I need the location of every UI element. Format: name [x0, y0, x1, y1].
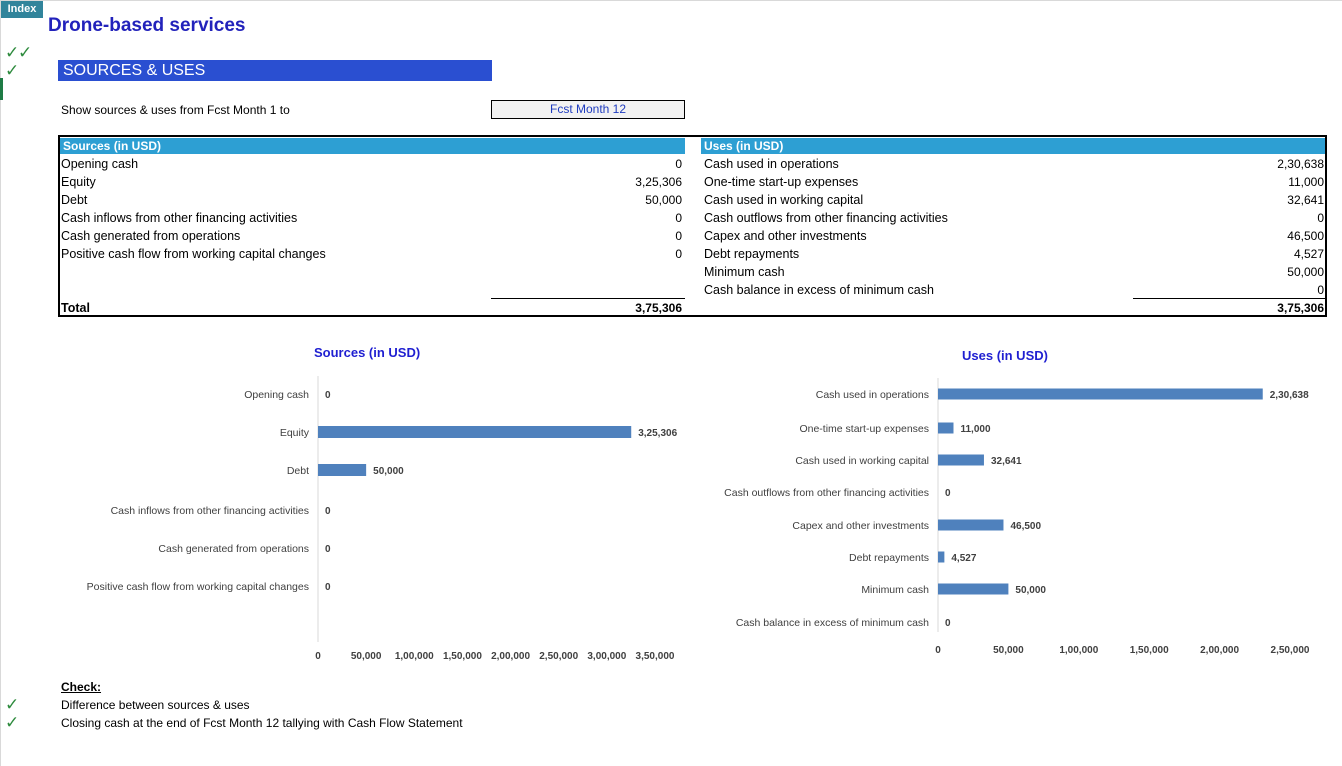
chart-bar: [318, 426, 632, 438]
chart-category-label: Cash outflows from other financing activ…: [724, 487, 929, 499]
chart-category-label: Positive cash flow from working capital …: [87, 581, 309, 593]
chart-data-label: 46,500: [1010, 521, 1041, 532]
chart-tick-label: 1,00,000: [1059, 645, 1098, 656]
chart-data-label: 50,000: [1015, 585, 1046, 596]
chart-tick-label: 0: [935, 645, 941, 656]
chart-tick-label: 50,000: [993, 645, 1024, 656]
chart-tick-label: 0: [315, 651, 321, 662]
chart-tick-label: 50,000: [351, 651, 382, 662]
chart-category-label: Cash used in working capital: [795, 455, 929, 467]
charts-canvas: Opening cash 0Equity 3,25,306Debt 50,000Cas…: [87, 376, 1310, 662]
chart-data-label: 3,25,306: [638, 428, 677, 439]
uses-bar-chart: Cash used in operations 2,30,638 One-time …: [724, 378, 1310, 656]
check-item: Difference between sources & uses: [61, 698, 250, 712]
chart-bar: [938, 388, 1263, 400]
chart-tick-label: 2,00,000: [1200, 645, 1239, 656]
chart-tick-label: 1,50,000: [443, 651, 482, 662]
chart-data-label: 4,527: [951, 553, 976, 564]
chart-category-label: One-time start-up expenses: [799, 423, 929, 435]
chart-tick-label: 2,50,000: [1271, 645, 1310, 656]
chart-bar: [938, 454, 984, 466]
check-icon: ✓: [5, 695, 20, 714]
chart-category-label: Minimum cash: [861, 584, 929, 596]
chart-bar: [938, 551, 945, 563]
chart-category-label: Debt repayments: [849, 552, 929, 564]
sources-bar-chart: Opening cash 0 Equity 3,25,306 Debt 50,000 Cas…: [87, 376, 678, 662]
chart-data-label: 50,000: [373, 466, 404, 477]
check-icon: ✓: [5, 713, 20, 732]
chart-data-label: 2,30,638: [1270, 390, 1309, 401]
chart-data-label: 32,641: [991, 456, 1022, 467]
chart-data-label: 11,000: [960, 424, 990, 435]
chart-category-label: Cash inflows from other financing activi…: [111, 505, 309, 517]
chart-data-label: 0: [325, 544, 331, 555]
chart-tick-label: 3,50,000: [636, 651, 675, 662]
chart-tick-label: 1,50,000: [1130, 645, 1169, 656]
chart-data-label: 0: [325, 506, 331, 517]
chart-data-label: 0: [945, 618, 951, 629]
chart-bar: [938, 422, 954, 434]
chart-tick-label: 3,00,000: [587, 651, 626, 662]
chart-tick-label: 2,50,000: [539, 651, 578, 662]
chart-bar: [938, 583, 1009, 595]
check-heading: Check:: [61, 680, 102, 694]
chart-data-label: 0: [325, 390, 331, 401]
chart-data-label: 0: [325, 582, 331, 593]
chart-category-label: Capex and other investments: [792, 520, 929, 532]
chart-category-label: Opening cash: [244, 389, 309, 401]
chart-tick-label: 2,00,000: [491, 651, 530, 662]
chart-category-label: Equity: [280, 427, 310, 439]
chart-bar: [938, 519, 1004, 531]
check-item: Closing cash at the end of Fcst Month 12…: [61, 716, 463, 730]
chart-category-label: Cash used in operations: [816, 389, 929, 401]
chart-data-label: 0: [945, 488, 951, 499]
chart-category-label: Cash generated from operations: [158, 543, 309, 555]
chart-category-label: Debt: [287, 465, 309, 477]
chart-bar: [318, 464, 367, 476]
chart-tick-label: 1,00,000: [395, 651, 434, 662]
chart-category-label: Cash balance in excess of minimum cash: [736, 617, 929, 629]
